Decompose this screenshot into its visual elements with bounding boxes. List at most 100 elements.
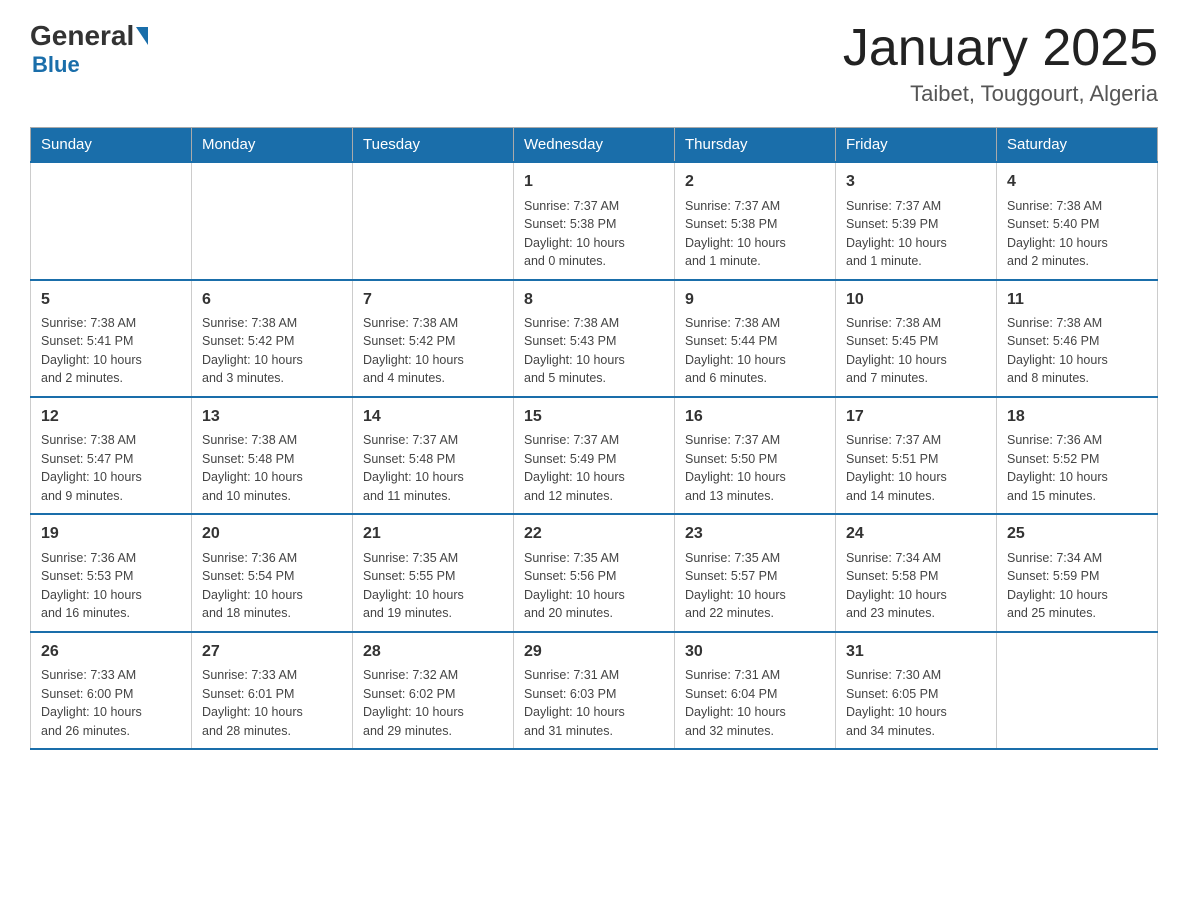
calendar-cell: 19 Sunrise: 7:36 AM Sunset: 5:53 PM Dayli… [31,514,192,631]
day-info: Sunrise: 7:38 AM Sunset: 5:44 PM Dayligh… [685,316,786,386]
day-info: Sunrise: 7:34 AM Sunset: 5:58 PM Dayligh… [846,551,947,621]
day-info: Sunrise: 7:36 AM Sunset: 5:54 PM Dayligh… [202,551,303,621]
day-info: Sunrise: 7:35 AM Sunset: 5:56 PM Dayligh… [524,551,625,621]
day-number: 12 [41,406,181,428]
calendar-cell: 2 Sunrise: 7:37 AM Sunset: 5:38 PM Daylig… [675,162,836,279]
calendar-cell [192,162,353,279]
day-number: 1 [524,171,664,193]
day-number: 7 [363,289,503,311]
day-info: Sunrise: 7:38 AM Sunset: 5:45 PM Dayligh… [846,316,947,386]
calendar-week-row: 19 Sunrise: 7:36 AM Sunset: 5:53 PM Dayli… [31,514,1158,631]
location-title: Taibet, Touggourt, Algeria [843,81,1158,107]
calendar-cell: 18 Sunrise: 7:36 AM Sunset: 5:52 PM Dayli… [997,397,1158,514]
day-number: 25 [1007,523,1147,545]
logo: General Blue [30,20,150,78]
day-number: 26 [41,641,181,663]
calendar-body: 1 Sunrise: 7:37 AM Sunset: 5:38 PM Daylig… [31,162,1158,749]
day-info: Sunrise: 7:37 AM Sunset: 5:39 PM Dayligh… [846,199,947,269]
day-number: 10 [846,289,986,311]
day-info: Sunrise: 7:32 AM Sunset: 6:02 PM Dayligh… [363,668,464,738]
day-number: 31 [846,641,986,663]
day-info: Sunrise: 7:33 AM Sunset: 6:00 PM Dayligh… [41,668,142,738]
day-number: 3 [846,171,986,193]
calendar-cell: 4 Sunrise: 7:38 AM Sunset: 5:40 PM Daylig… [997,162,1158,279]
calendar-week-row: 26 Sunrise: 7:33 AM Sunset: 6:00 PM Dayli… [31,632,1158,749]
day-number: 18 [1007,406,1147,428]
day-of-week-header: Friday [836,128,997,163]
day-number: 23 [685,523,825,545]
day-info: Sunrise: 7:36 AM Sunset: 5:52 PM Dayligh… [1007,433,1108,503]
day-info: Sunrise: 7:38 AM Sunset: 5:47 PM Dayligh… [41,433,142,503]
calendar-cell: 21Sunrise: 7:35 AM Sunset: 5:55 PM Dayli… [353,514,514,631]
day-number: 17 [846,406,986,428]
day-of-week-header: Wednesday [514,128,675,163]
calendar-week-row: 12 Sunrise: 7:38 AM Sunset: 5:47 PM Dayli… [31,397,1158,514]
title-section: January 2025 Taibet, Touggourt, Algeria [843,20,1158,107]
day-info: Sunrise: 7:31 AM Sunset: 6:04 PM Dayligh… [685,668,786,738]
day-number: 13 [202,406,342,428]
day-info: Sunrise: 7:38 AM Sunset: 5:46 PM Dayligh… [1007,316,1108,386]
calendar-week-row: 1 Sunrise: 7:37 AM Sunset: 5:38 PM Daylig… [31,162,1158,279]
calendar-cell: 15 Sunrise: 7:37 AM Sunset: 5:49 PM Dayli… [514,397,675,514]
calendar-cell [31,162,192,279]
day-number: 27 [202,641,342,663]
day-number: 4 [1007,171,1147,193]
day-info: Sunrise: 7:37 AM Sunset: 5:38 PM Dayligh… [685,199,786,269]
day-number: 9 [685,289,825,311]
day-info: Sunrise: 7:36 AM Sunset: 5:53 PM Dayligh… [41,551,142,621]
day-number: 28 [363,641,503,663]
day-info: Sunrise: 7:38 AM Sunset: 5:41 PM Dayligh… [41,316,142,386]
calendar-cell: 3 Sunrise: 7:37 AM Sunset: 5:39 PM Daylig… [836,162,997,279]
calendar-cell: 16 Sunrise: 7:37 AM Sunset: 5:50 PM Dayli… [675,397,836,514]
day-info: Sunrise: 7:35 AM Sunset: 5:57 PM Dayligh… [685,551,786,621]
day-number: 22 [524,523,664,545]
day-number: 2 [685,171,825,193]
day-info: Sunrise: 7:38 AM Sunset: 5:42 PM Dayligh… [363,316,464,386]
day-number: 11 [1007,289,1147,311]
calendar-cell: 11 Sunrise: 7:38 AM Sunset: 5:46 PM Dayli… [997,280,1158,397]
calendar-cell: 24 Sunrise: 7:34 AM Sunset: 5:58 PM Dayli… [836,514,997,631]
calendar-cell: 25Sunrise: 7:34 AM Sunset: 5:59 PM Dayli… [997,514,1158,631]
calendar-cell: 20Sunrise: 7:36 AM Sunset: 5:54 PM Dayli… [192,514,353,631]
day-number: 29 [524,641,664,663]
day-info: Sunrise: 7:37 AM Sunset: 5:50 PM Dayligh… [685,433,786,503]
day-info: Sunrise: 7:37 AM Sunset: 5:38 PM Dayligh… [524,199,625,269]
calendar-cell [353,162,514,279]
day-of-week-header: Tuesday [353,128,514,163]
day-info: Sunrise: 7:38 AM Sunset: 5:48 PM Dayligh… [202,433,303,503]
day-number: 16 [685,406,825,428]
day-number: 19 [41,523,181,545]
calendar-cell: 22 Sunrise: 7:35 AM Sunset: 5:56 PM Dayli… [514,514,675,631]
day-number: 6 [202,289,342,311]
calendar-table: SundayMondayTuesdayWednesdayThursdayFrid… [30,127,1158,750]
day-info: Sunrise: 7:37 AM Sunset: 5:49 PM Dayligh… [524,433,625,503]
day-of-week-header: Sunday [31,128,192,163]
calendar-cell: 5Sunrise: 7:38 AM Sunset: 5:41 PM Daylig… [31,280,192,397]
calendar-header-row: SundayMondayTuesdayWednesdayThursdayFrid… [31,128,1158,163]
calendar-cell: 1 Sunrise: 7:37 AM Sunset: 5:38 PM Daylig… [514,162,675,279]
calendar-cell [997,632,1158,749]
calendar-cell: 14 Sunrise: 7:37 AM Sunset: 5:48 PM Dayli… [353,397,514,514]
logo-blue-text: Blue [32,52,80,78]
day-info: Sunrise: 7:38 AM Sunset: 5:43 PM Dayligh… [524,316,625,386]
day-of-week-header: Saturday [997,128,1158,163]
day-info: Sunrise: 7:37 AM Sunset: 5:48 PM Dayligh… [363,433,464,503]
calendar-cell: 29 Sunrise: 7:31 AM Sunset: 6:03 PM Dayli… [514,632,675,749]
day-info: Sunrise: 7:31 AM Sunset: 6:03 PM Dayligh… [524,668,625,738]
day-number: 15 [524,406,664,428]
calendar-cell: 28 Sunrise: 7:32 AM Sunset: 6:02 PM Dayli… [353,632,514,749]
day-info: Sunrise: 7:30 AM Sunset: 6:05 PM Dayligh… [846,668,947,738]
calendar-cell: 31 Sunrise: 7:30 AM Sunset: 6:05 PM Dayli… [836,632,997,749]
day-number: 24 [846,523,986,545]
day-of-week-header: Monday [192,128,353,163]
day-info: Sunrise: 7:33 AM Sunset: 6:01 PM Dayligh… [202,668,303,738]
calendar-cell: 8Sunrise: 7:38 AM Sunset: 5:43 PM Daylig… [514,280,675,397]
calendar-cell: 9 Sunrise: 7:38 AM Sunset: 5:44 PM Daylig… [675,280,836,397]
day-number: 14 [363,406,503,428]
logo-general-text: General [30,20,134,52]
calendar-cell: 13 Sunrise: 7:38 AM Sunset: 5:48 PM Dayli… [192,397,353,514]
calendar-cell: 27 Sunrise: 7:33 AM Sunset: 6:01 PM Dayli… [192,632,353,749]
day-info: Sunrise: 7:38 AM Sunset: 5:40 PM Dayligh… [1007,199,1108,269]
day-number: 21 [363,523,503,545]
calendar-cell: 26 Sunrise: 7:33 AM Sunset: 6:00 PM Dayli… [31,632,192,749]
